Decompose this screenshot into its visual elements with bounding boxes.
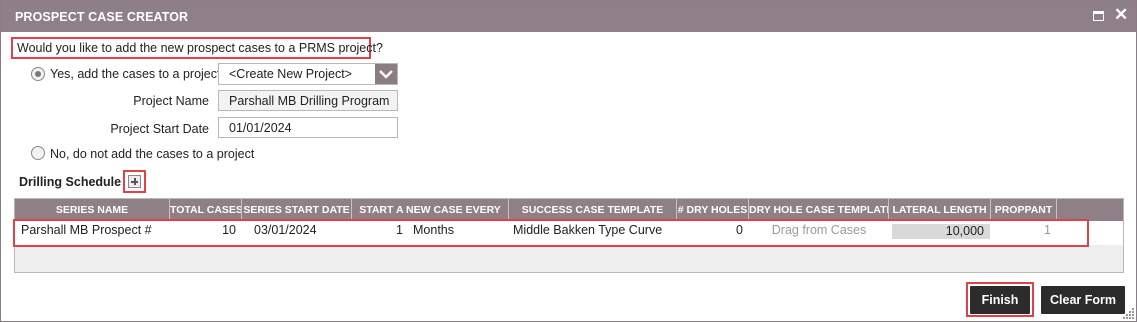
dialog-title: PROSPECT CASE CREATOR — [15, 10, 189, 24]
row-highlight — [13, 219, 1089, 247]
clear-form-button[interactable]: Clear Form — [1041, 286, 1125, 314]
radio-no-project[interactable] — [31, 146, 45, 160]
grid-header: SERIES NAME TOTAL CASES SERIES START DAT… — [15, 199, 1123, 221]
maximize-icon[interactable] — [1093, 11, 1104, 21]
project-select[interactable]: <Create New Project> — [218, 63, 398, 85]
title-bar[interactable]: PROSPECT CASE CREATOR ✕ — [1, 1, 1136, 32]
col-series-start-date[interactable]: SERIES START DATE — [242, 199, 352, 221]
project-start-date-field[interactable]: 01/01/2024 — [218, 117, 398, 138]
col-dry-hole-case-template[interactable]: DRY HOLE CASE TEMPLATE — [749, 199, 889, 221]
drilling-schedule-label: Drilling Schedule — [19, 175, 122, 189]
add-row-icon[interactable] — [123, 170, 146, 193]
close-icon[interactable]: ✕ — [1114, 6, 1128, 24]
resize-grip-icon[interactable] — [1123, 308, 1135, 320]
col-lateral-length[interactable]: LATERAL LENGTH — [889, 199, 991, 221]
project-start-date-label: Project Start Date — [110, 122, 209, 136]
col-series-name[interactable]: SERIES NAME — [15, 199, 170, 221]
col-success-case-template[interactable]: SUCCESS CASE TEMPLATE — [509, 199, 677, 221]
project-name-field[interactable]: Parshall MB Drilling Program — [218, 90, 398, 111]
col-dry-holes[interactable]: # DRY HOLES — [677, 199, 749, 221]
prospect-case-creator-dialog: PROSPECT CASE CREATOR ✕ Would you like t… — [0, 0, 1137, 322]
radio-no-project-label[interactable]: No, do not add the cases to a project — [50, 147, 254, 161]
radio-add-to-project[interactable] — [31, 67, 45, 81]
project-question: Would you like to add the new prospect c… — [11, 37, 383, 59]
radio-add-to-project-label[interactable]: Yes, add the cases to a project — [50, 67, 220, 81]
finish-button[interactable]: Finish — [970, 286, 1030, 314]
col-proppant[interactable]: PROPPANT — [991, 199, 1057, 221]
project-select-value: <Create New Project> — [229, 67, 352, 81]
chevron-down-icon[interactable] — [375, 64, 397, 84]
col-total-cases[interactable]: TOTAL CASES — [170, 199, 242, 221]
project-name-label: Project Name — [133, 94, 209, 108]
col-start-new-case-every[interactable]: START A NEW CASE EVERY — [352, 199, 509, 221]
